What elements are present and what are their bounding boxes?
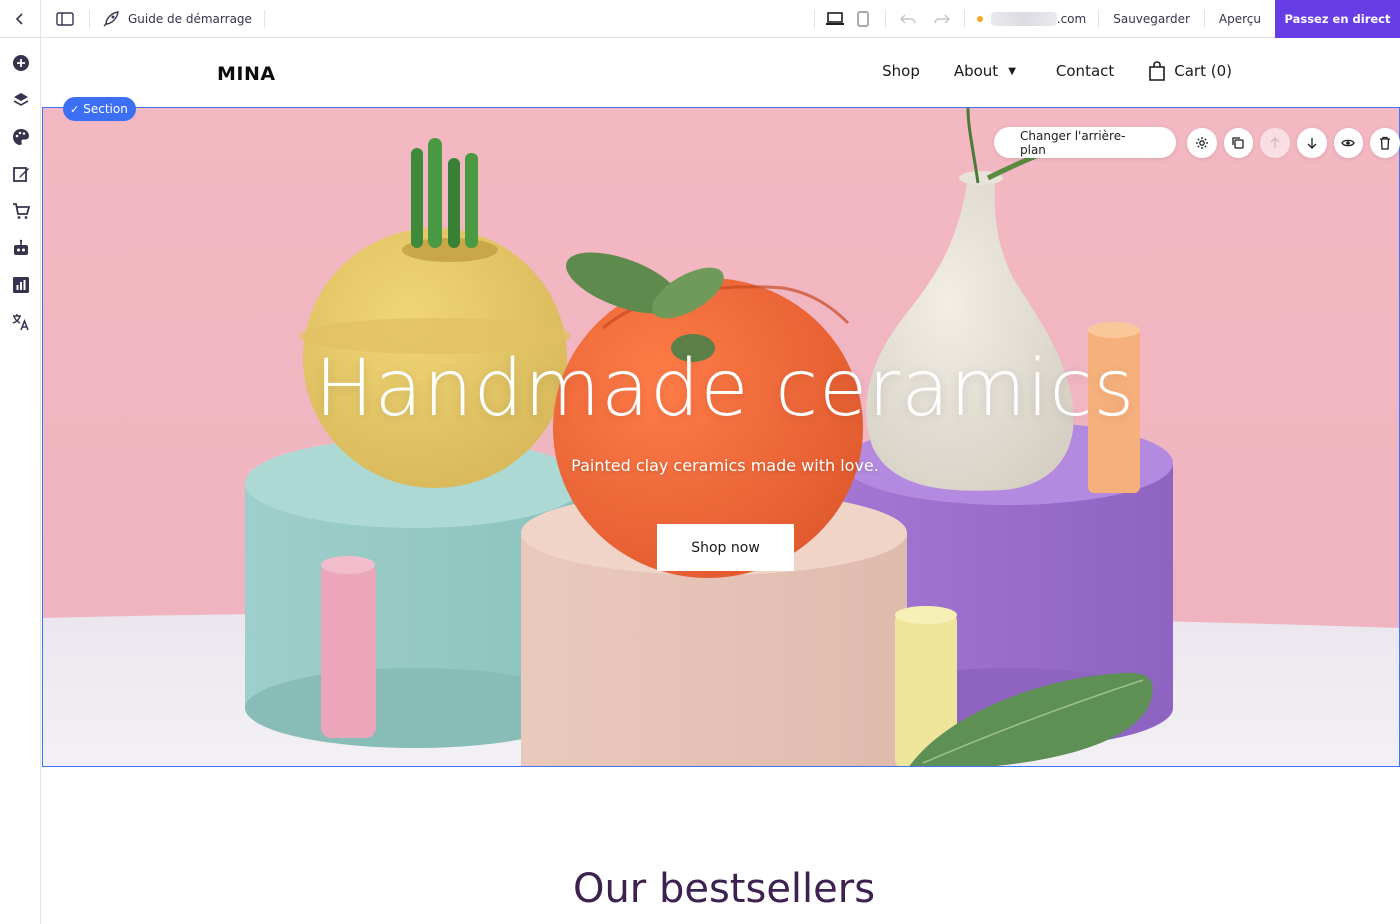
nav-label: Contact (1055, 62, 1115, 80)
preview-button[interactable]: Aperçu (1205, 12, 1275, 26)
check-icon: ✓ (70, 102, 80, 116)
nav-link-shop[interactable]: Shop (882, 62, 920, 80)
analytics-icon (12, 276, 29, 293)
nav-label: About (953, 62, 999, 80)
toolbar-divider (263, 9, 265, 28)
status-dot (976, 15, 983, 22)
change-background-button[interactable]: Changer l'arrière-plan (994, 127, 1176, 158)
publish-button[interactable]: Passez en direct (1275, 0, 1400, 38)
mobile-icon (857, 10, 869, 27)
sidebar-item-ai[interactable] (0, 229, 41, 266)
hero-title[interactable]: Handmade ceramics (43, 344, 1399, 434)
toolbar-divider (884, 9, 886, 28)
move-section-up-button[interactable] (1260, 127, 1290, 158)
palette-icon (12, 128, 29, 145)
cart-label: Cart (0) (1174, 62, 1232, 80)
site-nav: Shop About ▼ Contact Cart (0) (882, 61, 1232, 81)
delete-section-button[interactable] (1370, 127, 1400, 158)
domain-suffix: .com (1056, 11, 1087, 26)
translate-icon (12, 313, 29, 330)
site-logo[interactable]: MINA (217, 63, 276, 85)
site-header: MINA Shop About ▼ Contact Cart (0) (42, 39, 1400, 107)
toolbar-right-group: .com Sauvegarder Aperçu Passez en direct (813, 0, 1400, 38)
arrow-up-icon (1270, 136, 1280, 148)
shopping-bag-icon (1149, 61, 1166, 81)
rocket-icon (103, 10, 119, 26)
editor-toolbar: Guide de démarrage .com Sauvegarder Aper… (0, 0, 1400, 38)
undo-icon (899, 14, 916, 23)
toolbar-divider (813, 9, 815, 28)
section-badge-label: Section (83, 102, 128, 116)
domain-name-redacted (990, 11, 1057, 26)
chevron-left-icon (15, 12, 23, 25)
gear-icon (1195, 136, 1208, 149)
hero-section[interactable]: Handmade ceramics Painted clay ceramics … (42, 107, 1400, 767)
toggle-visibility-button[interactable] (1333, 127, 1364, 158)
robot-icon (13, 239, 28, 255)
section-toolbar: Changer l'arrière-plan (994, 127, 1400, 158)
layers-icon (13, 92, 28, 106)
sidebar-item-translate[interactable] (0, 303, 41, 340)
save-button[interactable]: Sauvegarder (1099, 12, 1204, 26)
site-domain[interactable]: .com (965, 11, 1098, 26)
eye-icon (1341, 139, 1356, 146)
guide-label: Guide de démarrage (128, 11, 252, 26)
editor-sidebar (0, 38, 41, 924)
sidebar-item-layers[interactable] (0, 81, 41, 118)
move-section-down-button[interactable] (1296, 127, 1327, 158)
arrow-down-icon (1307, 137, 1317, 149)
hero-background-image (43, 108, 1399, 766)
copy-icon (1232, 136, 1245, 149)
nav-cart[interactable]: Cart (0) (1148, 61, 1232, 81)
add-icon (12, 54, 29, 71)
sidebar-item-add[interactable] (0, 44, 41, 81)
section-badge[interactable]: ✓ Section (63, 97, 136, 121)
redo-button[interactable] (928, 0, 956, 38)
sidebar-item-styles[interactable] (0, 118, 41, 155)
desktop-view-button[interactable] (821, 0, 849, 38)
sidebar-item-pages[interactable] (0, 155, 41, 192)
redo-icon (934, 14, 950, 23)
section-settings-button[interactable] (1186, 127, 1217, 158)
hero-subtitle[interactable]: Painted clay ceramics made with love. (43, 456, 1399, 475)
nav-label: Shop (882, 62, 920, 80)
edit-icon (12, 166, 29, 182)
caret-down-icon: ▼ (1008, 65, 1016, 77)
nav-link-about[interactable]: About ▼ (954, 62, 1016, 80)
duplicate-section-button[interactable] (1223, 127, 1254, 158)
back-button[interactable] (0, 0, 41, 38)
getting-started-guide-button[interactable]: Guide de démarrage (90, 0, 264, 38)
cart-icon (12, 202, 30, 219)
laptop-icon (825, 11, 844, 25)
undo-button[interactable] (894, 0, 922, 38)
sidebar-item-analytics[interactable] (0, 266, 41, 303)
bestsellers-heading[interactable]: Our bestsellers (42, 866, 1400, 912)
toggle-sidebar-button[interactable] (41, 0, 89, 38)
shop-now-button[interactable]: Shop now (657, 524, 794, 571)
mobile-view-button[interactable] (849, 0, 877, 38)
sidebar-layout-icon (56, 11, 74, 26)
sidebar-item-store[interactable] (0, 192, 41, 229)
nav-link-contact[interactable]: Contact (1056, 62, 1114, 80)
trash-icon (1380, 136, 1391, 150)
